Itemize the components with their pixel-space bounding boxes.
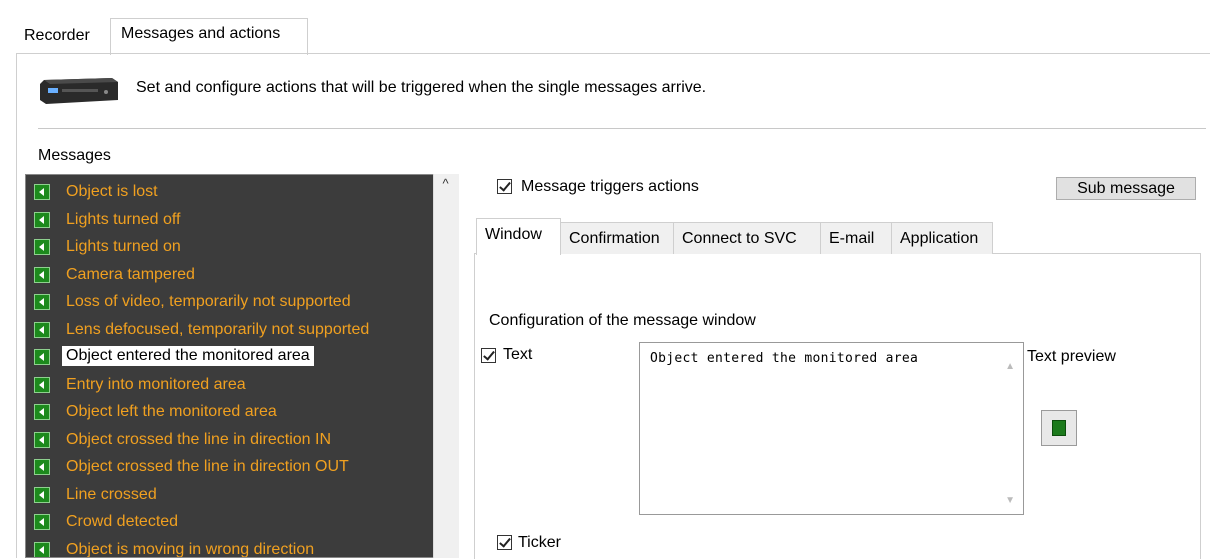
tab-connect-to-svc[interactable]: Connect to SVC <box>673 222 821 254</box>
message-list-item[interactable]: Object is lost <box>26 180 436 208</box>
message-type-icon <box>34 321 50 338</box>
header-separator <box>38 128 1206 129</box>
tab-window-label: Window <box>485 226 542 243</box>
message-list-item[interactable]: Object entered the monitored area <box>26 345 436 373</box>
message-label: Object crossed the line in direction OUT <box>66 458 349 475</box>
message-type-icon <box>34 294 50 310</box>
header-description: Set and configure actions that will be t… <box>136 79 707 96</box>
message-type-icon <box>34 486 50 503</box>
message-label: Object crossed the line in direction IN <box>66 430 332 448</box>
ticker-checkbox[interactable] <box>497 535 512 550</box>
messages-scrollbar[interactable] <box>433 174 459 558</box>
textbox-scroll-down-icon[interactable]: ▼ <box>1005 495 1015 506</box>
tab-email[interactable]: E-mail <box>820 222 892 254</box>
message-list-item[interactable]: Object crossed the line in direction IN <box>26 428 436 456</box>
message-list-item[interactable]: Crowd detected <box>26 510 436 538</box>
messages-list[interactable]: Object is lost Lights turned off Lights tu… <box>25 174 459 558</box>
ticker-checkbox-label: Ticker <box>518 534 561 551</box>
message-type-icon <box>34 459 50 475</box>
dvr-device-icon <box>38 76 120 106</box>
message-list-item[interactable]: Loss of video, temporarily not supported <box>26 290 436 318</box>
message-label: Lights turned off <box>66 210 181 228</box>
config-window-label: Configuration of the message window <box>489 312 756 329</box>
message-type-icon <box>34 211 50 228</box>
message-label: Lens defocused, temporarily not supporte… <box>66 320 370 338</box>
message-label: Lights turned on <box>66 238 181 255</box>
message-label: Object is lost <box>66 183 158 200</box>
message-type-icon <box>34 404 50 420</box>
text-checkbox-label: Text <box>503 346 533 363</box>
message-list-item[interactable]: Object left the monitored area <box>26 400 436 428</box>
message-list-item[interactable]: Object crossed the line in direction OUT <box>26 455 436 483</box>
message-type-icon <box>34 239 50 255</box>
message-label: Camera tampered <box>66 265 195 283</box>
message-label: Loss of video, temporarily not supported <box>66 293 351 310</box>
message-label: Line crossed <box>66 485 157 503</box>
message-type-icon <box>34 184 50 200</box>
scroll-up-arrow-icon[interactable]: ^ <box>433 176 458 198</box>
messages-title: Messages <box>38 147 111 164</box>
message-label: Object is moving in wrong direction <box>66 540 315 558</box>
message-label: Crowd detected <box>66 513 179 530</box>
message-type-icon <box>34 541 50 557</box>
message-list-item[interactable]: Lights turned on <box>26 235 436 263</box>
text-preview-label: Text preview <box>1027 348 1116 365</box>
tab-messages-and-actions-label: Messages and actions <box>121 25 281 42</box>
message-list-item[interactable]: Lights turned off <box>26 208 436 236</box>
textbox-scroll-up-icon[interactable]: ▲ <box>1005 361 1015 372</box>
tab-application[interactable]: Application <box>891 222 993 254</box>
message-label: Object entered the monitored area <box>62 346 314 366</box>
message-list-item[interactable]: Entry into monitored area <box>26 373 436 401</box>
message-label: Entry into monitored area <box>66 375 246 393</box>
message-list-item[interactable]: Lens defocused, temporarily not supporte… <box>26 318 436 346</box>
message-text-value: Object entered the monitored area <box>650 351 919 366</box>
text-checkbox[interactable] <box>481 348 496 363</box>
message-type-icon <box>34 514 50 530</box>
tab-email-label: E-mail <box>829 230 875 247</box>
message-type-icon <box>34 266 50 283</box>
tab-confirmation[interactable]: Confirmation <box>560 222 674 254</box>
message-list-item[interactable]: Camera tampered <box>26 263 436 291</box>
message-text-field[interactable]: Object entered the monitored area ▲ ▼ <box>639 342 1024 515</box>
message-triggers-actions-label: Message triggers actions <box>521 178 699 195</box>
message-list-item[interactable]: Line crossed <box>26 483 436 511</box>
tab-window[interactable]: Window <box>476 218 561 255</box>
tab-messages-and-actions[interactable]: Messages and actions <box>110 18 308 55</box>
message-list-item[interactable]: Object is moving in wrong direction <box>26 538 436 558</box>
tab-recorder[interactable]: Recorder <box>24 27 90 45</box>
tab-divider <box>16 53 1210 54</box>
tab-confirmation-label: Confirmation <box>569 230 660 247</box>
message-type-icon <box>34 349 50 365</box>
message-label: Object left the monitored area <box>66 403 277 420</box>
message-triggers-actions-checkbox[interactable] <box>497 179 512 194</box>
text-preview-button[interactable] <box>1041 410 1077 446</box>
panel-border <box>16 53 17 558</box>
message-type-icon <box>34 431 50 448</box>
tab-application-label: Application <box>900 230 979 247</box>
message-type-icon <box>34 376 50 393</box>
sub-message-button[interactable]: Sub message <box>1056 177 1196 200</box>
tab-connect-to-svc-label: Connect to SVC <box>682 230 797 247</box>
